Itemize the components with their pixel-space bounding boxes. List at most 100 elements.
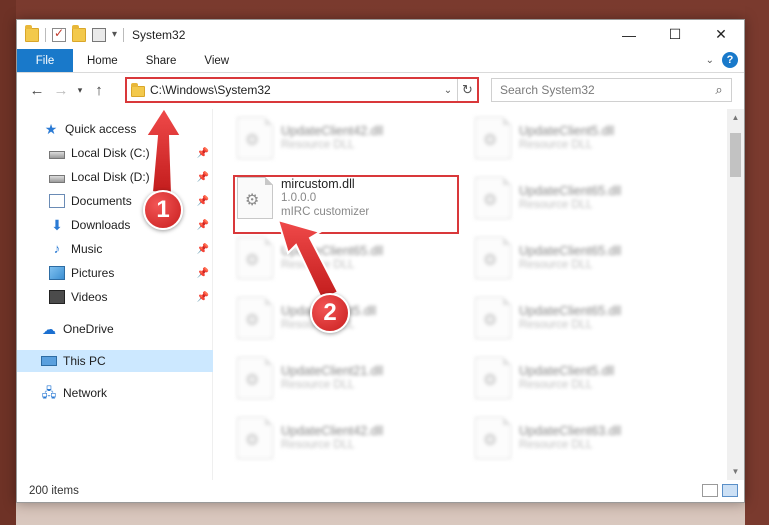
file-type: Resource DLL [519, 259, 593, 271]
disk-icon [49, 151, 65, 159]
sidebar-item-label: Music [71, 242, 103, 256]
file-type: Resource DLL [281, 379, 355, 391]
tab-share[interactable]: Share [132, 49, 191, 72]
file-item[interactable]: UpdateClient65.dll Resource DLL [475, 173, 705, 223]
forward-arrow-icon[interactable]: → [49, 82, 73, 99]
videos-icon [49, 290, 65, 304]
pin-icon[interactable]: 📌 [197, 172, 209, 183]
sidebar-item-label: Documents [71, 194, 132, 208]
file-name: UpdateClient65.dll [519, 184, 622, 198]
file-name: UpdateClient65.dll [281, 244, 384, 258]
file-name: UpdateClient65.dll [519, 244, 622, 258]
sidebar-item-this-pc[interactable]: This PC [17, 350, 213, 372]
file-type: Resource DLL [519, 199, 593, 211]
dll-file-icon [475, 297, 511, 339]
file-type: Resource DLL [519, 439, 593, 451]
dll-file-icon [475, 237, 511, 279]
view-buttons [702, 484, 738, 497]
sidebar-item-network[interactable]: 🖧 Network [17, 382, 213, 404]
file-type: Resource DLL [519, 139, 593, 151]
file-item[interactable]: UpdateClient42.dll Resource DLL [237, 413, 467, 463]
download-icon: ⬇ [51, 217, 63, 233]
navigation-bar: ← → ▾ ↑ C:\Windows\System32 ⌄ ↻ Search S… [17, 73, 744, 107]
sidebar-item-label: Pictures [71, 266, 115, 280]
sidebar-item-downloads[interactable]: ⬇ Downloads 📌 [17, 214, 213, 236]
window-title: System32 [132, 27, 186, 42]
minimize-button[interactable]: — [606, 20, 652, 49]
sidebar-item-onedrive[interactable]: ☁ OneDrive [17, 318, 213, 340]
file-item[interactable]: UpdateClient5.dll Resource DLL [475, 353, 705, 403]
chevron-down-icon[interactable]: ▾ [112, 29, 117, 40]
pin-icon[interactable]: 📌 [197, 148, 209, 159]
pin-icon[interactable]: 📌 [197, 268, 209, 279]
quick-access-toolbar: ▾ [17, 24, 125, 42]
search-input[interactable]: Search System32 [500, 83, 707, 97]
pin-icon[interactable]: 📌 [197, 244, 209, 255]
expand-ribbon-icon[interactable]: ⌄ [706, 55, 714, 66]
sidebar-item-label: This PC [63, 354, 106, 368]
pin-icon[interactable]: 📌 [197, 196, 209, 207]
star-icon: ★ [44, 121, 58, 137]
step-1-badge: 1 [143, 190, 183, 230]
dll-file-icon [237, 237, 273, 279]
dll-file-icon [237, 417, 273, 459]
disk-icon [49, 175, 65, 183]
pin-icon[interactable]: 📌 [197, 220, 209, 231]
sidebar-item-label: Downloads [71, 218, 131, 232]
file-item[interactable]: UpdateClient42.dll Resource DLL [237, 113, 467, 163]
new-folder-icon[interactable] [72, 24, 86, 42]
file-item[interactable]: UpdateClient5.dll Resource DLL [237, 293, 467, 343]
help-icon[interactable]: ? [722, 52, 738, 68]
tab-file[interactable]: File [17, 49, 73, 72]
search-icon[interactable]: ⌕ [707, 82, 731, 98]
file-item[interactable]: UpdateClient63.dll Resource DLL [475, 413, 705, 463]
file-item[interactable]: UpdateClient65.dll Resource DLL [475, 233, 705, 283]
sidebar-item-quick-access[interactable]: ★ Quick access [17, 118, 213, 140]
tab-view[interactable]: View [190, 49, 243, 72]
navigation-pane: ★ Quick access Local Disk (C:) 📌 Local D… [17, 109, 213, 480]
sidebar-item-local-disk-d[interactable]: Local Disk (D:) 📌 [17, 166, 213, 188]
scroll-down-icon[interactable]: ▼ [727, 463, 744, 480]
window-controls: — ☐ ✕ [606, 20, 744, 49]
tab-home[interactable]: Home [73, 49, 132, 72]
search-box[interactable]: Search System32 ⌕ [491, 78, 732, 102]
address-highlight-box [125, 77, 479, 103]
file-item[interactable]: UpdateClient21.dll Resource DLL [237, 353, 467, 403]
customize-toolbar-icon[interactable] [92, 27, 106, 42]
details-view-icon[interactable] [702, 484, 718, 497]
vertical-scrollbar[interactable]: ▲ ▼ [727, 109, 744, 480]
pin-icon[interactable]: 📌 [197, 292, 209, 303]
recent-locations-icon[interactable]: ▾ [73, 85, 87, 96]
ribbon-right: ⌄ ? [706, 52, 738, 68]
sidebar-item-music[interactable]: ♪ Music 📌 [17, 238, 213, 260]
ribbon-tabs: File Home Share View ⌄ ? [17, 49, 744, 73]
file-item[interactable]: UpdateClient65.dll Resource DLL [237, 233, 467, 283]
maximize-button[interactable]: ☐ [652, 20, 698, 49]
file-list: UpdateClient42.dll Resource DLL mircusto… [213, 109, 744, 480]
dll-file-icon [237, 297, 273, 339]
up-arrow-icon[interactable]: ↑ [87, 82, 111, 99]
sidebar-item-pictures[interactable]: Pictures 📌 [17, 262, 213, 284]
file-item[interactable]: UpdateClient5.dll Resource DLL [475, 113, 705, 163]
divider [45, 27, 46, 42]
back-arrow-icon[interactable]: ← [25, 82, 49, 99]
folder-icon[interactable] [25, 24, 39, 42]
sidebar-item-local-disk-c[interactable]: Local Disk (C:) 📌 [17, 142, 213, 164]
close-button[interactable]: ✕ [698, 20, 744, 49]
dll-file-icon [475, 177, 511, 219]
file-name: UpdateClient21.dll [281, 364, 384, 378]
properties-check-icon[interactable] [52, 26, 66, 42]
pc-icon [41, 356, 57, 366]
sidebar-item-label: Local Disk (D:) [71, 170, 150, 184]
sidebar-item-videos[interactable]: Videos 📌 [17, 286, 213, 308]
scroll-up-icon[interactable]: ▲ [727, 109, 744, 126]
scroll-thumb[interactable] [730, 133, 741, 177]
sidebar-item-label: Videos [71, 290, 108, 304]
sidebar-item-label: Local Disk (C:) [71, 146, 150, 160]
dll-file-icon [475, 117, 511, 159]
sidebar-item-documents[interactable]: Documents 📌 [17, 190, 213, 212]
large-icons-view-icon[interactable] [722, 484, 738, 497]
status-bar: 200 items [17, 480, 744, 502]
music-icon: ♪ [53, 241, 61, 256]
file-item[interactable]: UpdateClient65.dll Resource DLL [475, 293, 705, 343]
